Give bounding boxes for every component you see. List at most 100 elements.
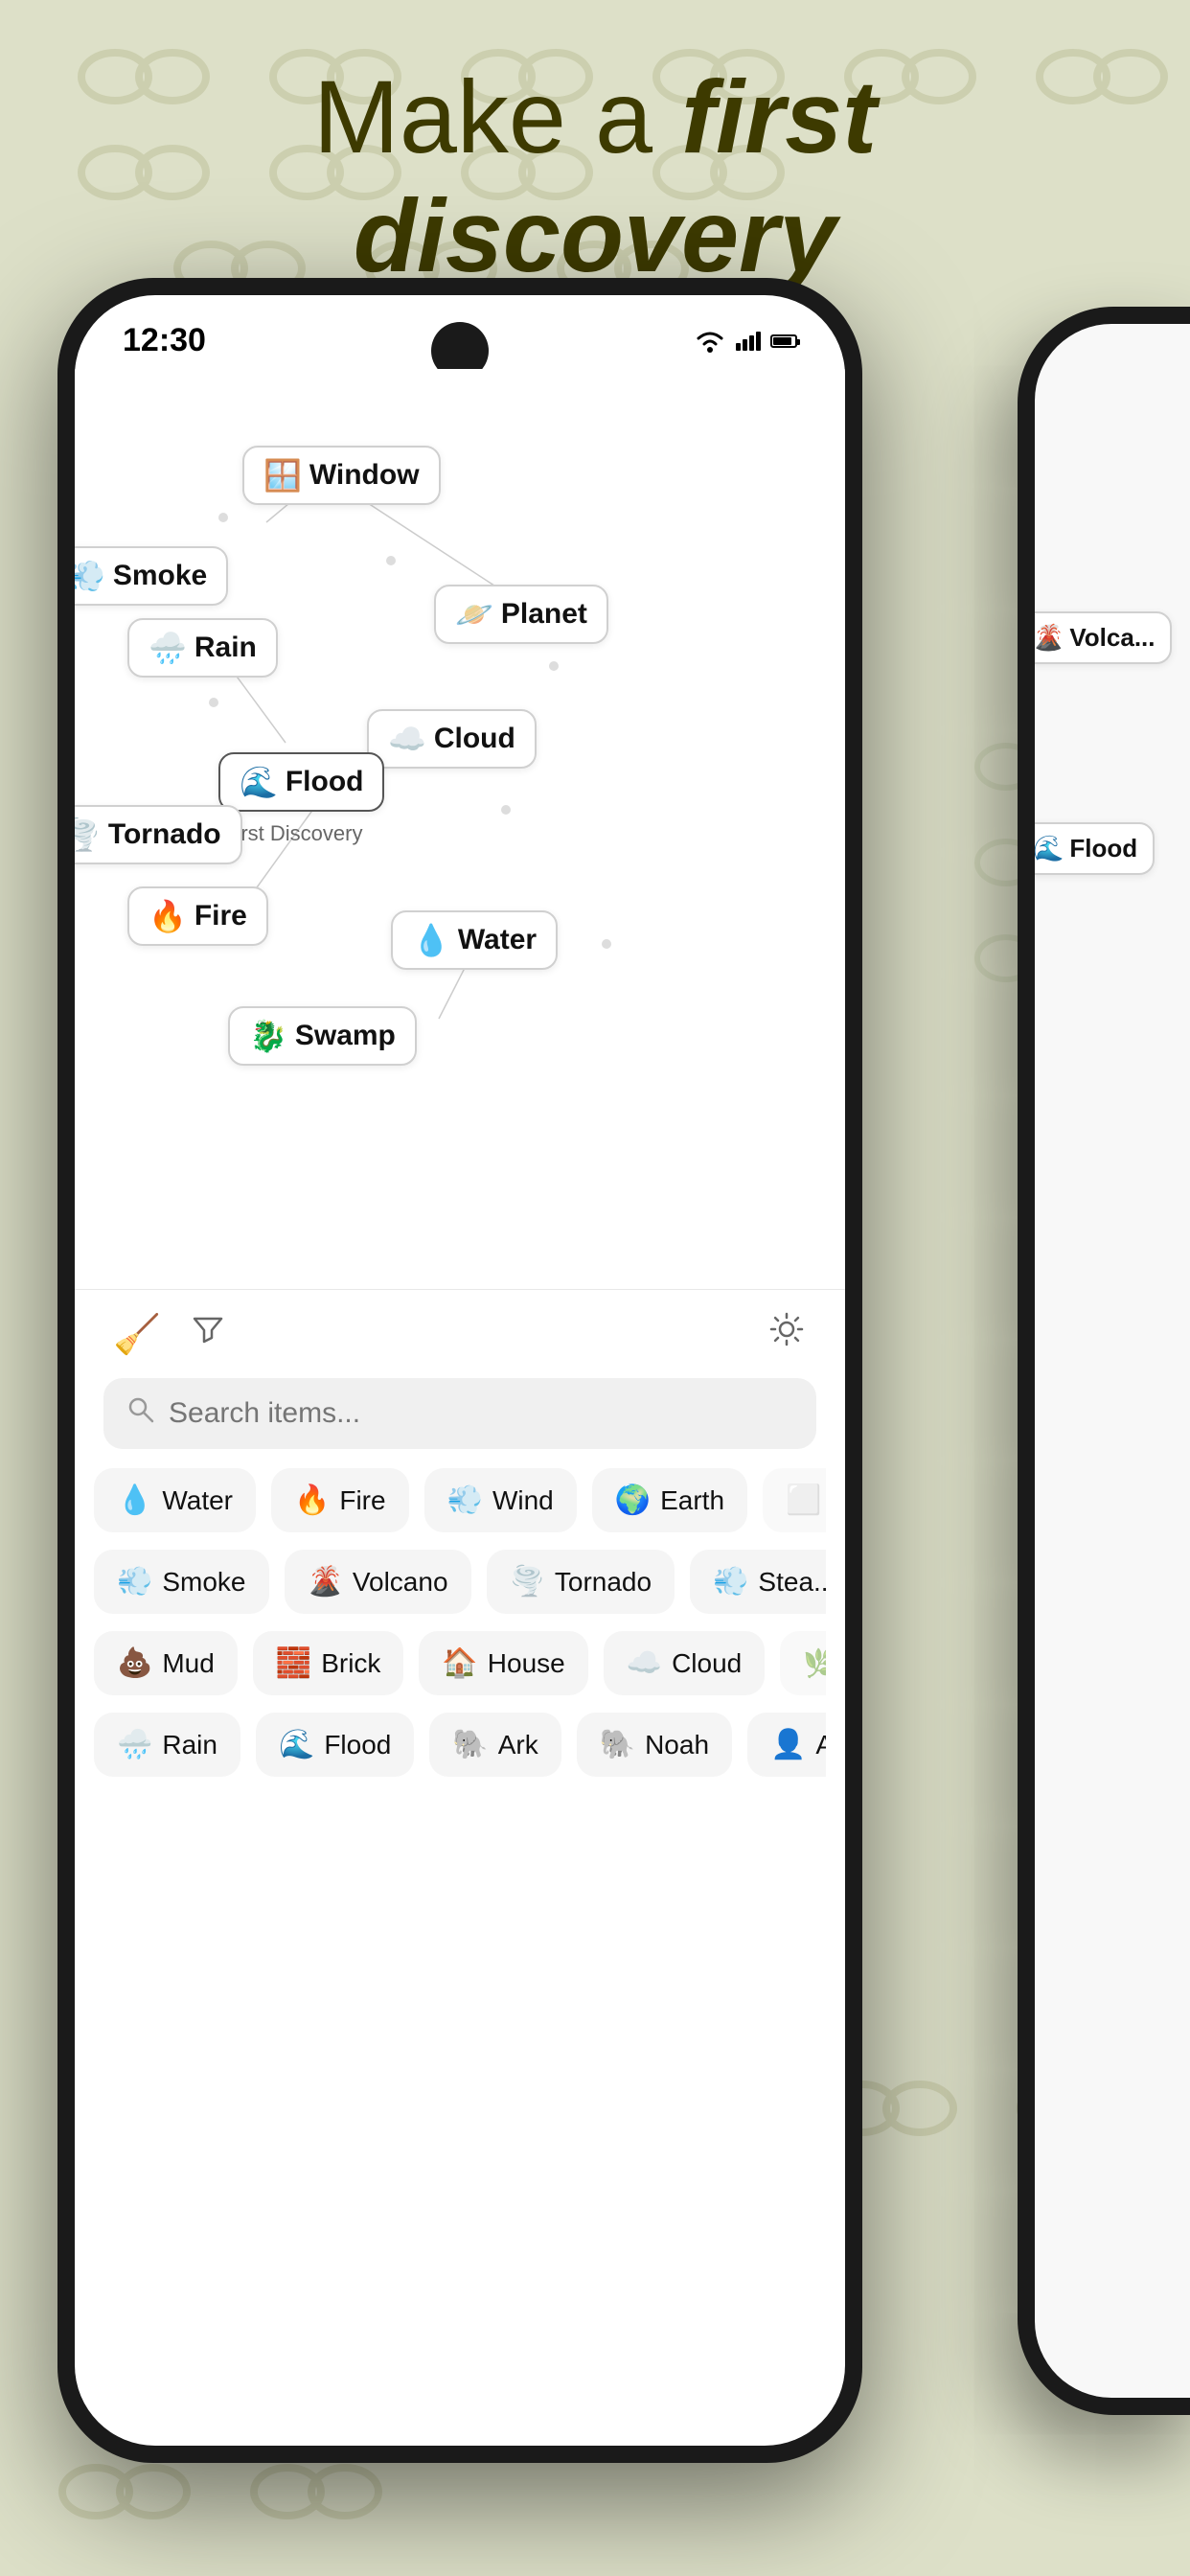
signal-icon	[736, 332, 761, 351]
item-a-emoji: 👤	[770, 1728, 806, 1761]
item-noah-emoji: 🐘	[600, 1728, 635, 1761]
volcano-right-emoji: 🌋	[1035, 623, 1064, 653]
item-fire[interactable]: 🔥 Fire	[271, 1468, 409, 1532]
header-first: first	[681, 58, 877, 174]
water-emoji: 💧	[412, 922, 450, 958]
flood-main-label: Flood	[286, 766, 364, 798]
phone-frame: 12:30	[57, 278, 862, 2463]
item-cloud[interactable]: ☁️ Cloud	[604, 1631, 766, 1695]
item-wind-emoji: 💨	[447, 1484, 483, 1517]
canvas-chip-rain[interactable]: 🌧️ Rain	[127, 618, 278, 678]
header-text: Make a first discovery	[77, 58, 1113, 295]
canvas-chip-smoke[interactable]: 💨 Smoke	[75, 546, 228, 606]
item-a-label: A...	[815, 1730, 826, 1760]
item-flood-label: Flood	[324, 1730, 391, 1760]
item-house[interactable]: 🏠 House	[419, 1631, 587, 1695]
tornado-label: Tornado	[108, 818, 221, 851]
item-water-emoji: 💧	[117, 1484, 152, 1517]
status-bar: 12:30	[75, 295, 845, 369]
item-noah[interactable]: 🐘 Noah	[577, 1713, 732, 1777]
smoke-label: Smoke	[113, 560, 207, 592]
item-water[interactable]: 💧 Water	[94, 1468, 256, 1532]
item-steam-label: Stea...	[758, 1567, 826, 1598]
search-icon	[126, 1395, 155, 1432]
item-wind-label: Wind	[492, 1485, 554, 1516]
canvas-chip-window[interactable]: 🪟 Window	[242, 446, 441, 505]
fire-label: Fire	[195, 900, 247, 932]
flood-right-emoji: 🌊	[1035, 834, 1064, 863]
canvas-chip-planet[interactable]: 🪐 Planet	[434, 585, 608, 644]
canvas-chip-flood-main[interactable]: 🌊 Flood	[218, 752, 384, 812]
canvas-chip-flood-right[interactable]: 🌊 Flood	[1035, 822, 1155, 875]
item-fire-label: Fire	[339, 1485, 385, 1516]
rain-emoji: 🌧️	[149, 630, 187, 666]
phone-screen: 12:30	[75, 295, 845, 2446]
window-label: Window	[309, 459, 420, 492]
item-earth-label: Earth	[660, 1485, 724, 1516]
item-more-1-emoji: ⬜	[786, 1484, 821, 1517]
canvas-chip-volcano-right[interactable]: 🌋 Volca...	[1035, 611, 1172, 664]
item-brick-label: Brick	[321, 1648, 380, 1679]
item-volcano[interactable]: 🌋 Volcano	[285, 1550, 471, 1614]
canvas-chip-water[interactable]: 💧 Water	[391, 910, 558, 970]
volcano-right-label: Volca...	[1069, 623, 1155, 653]
item-tornado-label: Tornado	[555, 1567, 652, 1598]
item-flood[interactable]: 🌊 Flood	[256, 1713, 414, 1777]
search-input[interactable]	[169, 1397, 793, 1430]
item-mud-label: Mud	[162, 1648, 214, 1679]
canvas-chip-swamp[interactable]: 🐉 Swamp	[228, 1006, 417, 1066]
item-house-label: House	[488, 1648, 565, 1679]
cloud-emoji: ☁️	[388, 721, 426, 757]
search-bar[interactable]	[103, 1378, 816, 1449]
item-mud-emoji: 💩	[117, 1646, 152, 1680]
item-more-3[interactable]: 🌿 ...	[780, 1631, 826, 1695]
item-cloud-emoji: ☁️	[627, 1646, 662, 1680]
item-volcano-emoji: 🌋	[308, 1565, 343, 1598]
planet-emoji: 🪐	[455, 596, 493, 632]
wifi-icon	[694, 329, 726, 354]
clear-button[interactable]: 🧹	[113, 1312, 161, 1357]
item-more-1[interactable]: ⬜ ...	[763, 1468, 826, 1532]
item-ark-emoji: 🐘	[452, 1728, 488, 1761]
fire-emoji: 🔥	[149, 898, 187, 934]
items-row-3: 💩 Mud 🧱 Brick 🏠 House ☁️ Cloud 🌿 .	[94, 1631, 826, 1695]
item-wind[interactable]: 💨 Wind	[424, 1468, 577, 1532]
header-discovery: discovery	[354, 177, 836, 293]
settings-button[interactable]	[767, 1309, 807, 1359]
item-smoke-emoji: 💨	[117, 1565, 152, 1598]
item-ark-label: Ark	[498, 1730, 538, 1760]
item-volcano-label: Volcano	[353, 1567, 448, 1598]
window-emoji: 🪟	[263, 457, 302, 494]
smoke-emoji: 💨	[75, 558, 105, 594]
item-mud[interactable]: 💩 Mud	[94, 1631, 238, 1695]
item-earth-emoji: 🌍	[615, 1484, 651, 1517]
settings-icon	[767, 1309, 807, 1349]
item-rain[interactable]: 🌧️ Rain	[94, 1713, 240, 1777]
item-earth[interactable]: 🌍 Earth	[592, 1468, 747, 1532]
item-rain-label: Rain	[162, 1730, 217, 1760]
canvas-chip-fire[interactable]: 🔥 Fire	[127, 886, 268, 946]
cloud-label: Cloud	[434, 723, 515, 755]
filter-icon	[190, 1311, 226, 1347]
item-steam-emoji: 💨	[713, 1565, 748, 1598]
item-brick[interactable]: 🧱 Brick	[253, 1631, 404, 1695]
swamp-label: Swamp	[295, 1020, 396, 1052]
item-cloud-label: Cloud	[672, 1648, 742, 1679]
item-flood-emoji: 🌊	[279, 1728, 314, 1761]
item-a[interactable]: 👤 A...	[747, 1713, 826, 1777]
item-ark[interactable]: 🐘 Ark	[429, 1713, 561, 1777]
second-phone-screen: 🌋 Volca... 🌊 Flood	[1035, 324, 1190, 2398]
canvas-chip-cloud[interactable]: ☁️ Cloud	[367, 709, 537, 769]
flood-right-label: Flood	[1069, 834, 1137, 863]
item-brick-emoji: 🧱	[276, 1646, 311, 1680]
filter-button[interactable]	[190, 1311, 226, 1357]
item-fire-emoji: 🔥	[294, 1484, 330, 1517]
item-smoke-label: Smoke	[162, 1567, 245, 1598]
canvas-chip-tornado[interactable]: 🌪️ Tornado	[75, 805, 242, 864]
battery-icon	[770, 334, 797, 348]
item-smoke[interactable]: 💨 Smoke	[94, 1550, 269, 1614]
item-steam[interactable]: 💨 Stea...	[690, 1550, 826, 1614]
item-tornado[interactable]: 🌪️ Tornado	[487, 1550, 675, 1614]
header-area: Make a first discovery	[0, 58, 1190, 295]
item-more-3-emoji: 🌿	[803, 1646, 826, 1680]
